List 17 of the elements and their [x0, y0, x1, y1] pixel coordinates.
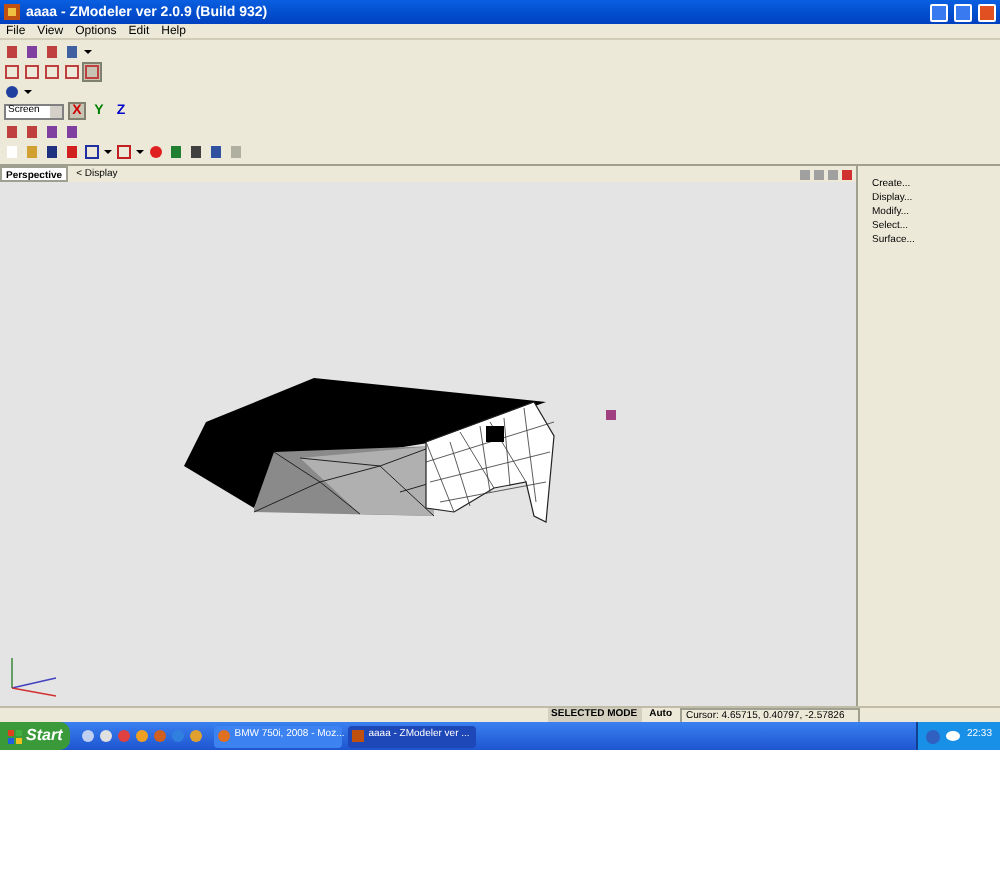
minimize-button[interactable] — [930, 3, 948, 21]
restore-button[interactable] — [954, 3, 972, 21]
app-icon — [218, 730, 231, 742]
viewport[interactable] — [0, 182, 856, 706]
caret-icon[interactable] — [136, 147, 144, 155]
caret-icon[interactable] — [24, 87, 32, 95]
start-button[interactable]: Start — [0, 722, 71, 750]
windows-logo-icon — [8, 729, 22, 743]
app-icon — [352, 730, 365, 742]
speech-bubble-icon[interactable] — [946, 730, 961, 742]
circle-icon[interactable] — [148, 143, 164, 159]
caret-icon[interactable] — [84, 47, 92, 55]
app-icon — [4, 4, 20, 20]
caret-icon[interactable] — [104, 147, 112, 155]
marker-icon — [606, 410, 616, 420]
close-button[interactable] — [978, 3, 996, 21]
axis-gizmo-icon — [11, 657, 57, 697]
